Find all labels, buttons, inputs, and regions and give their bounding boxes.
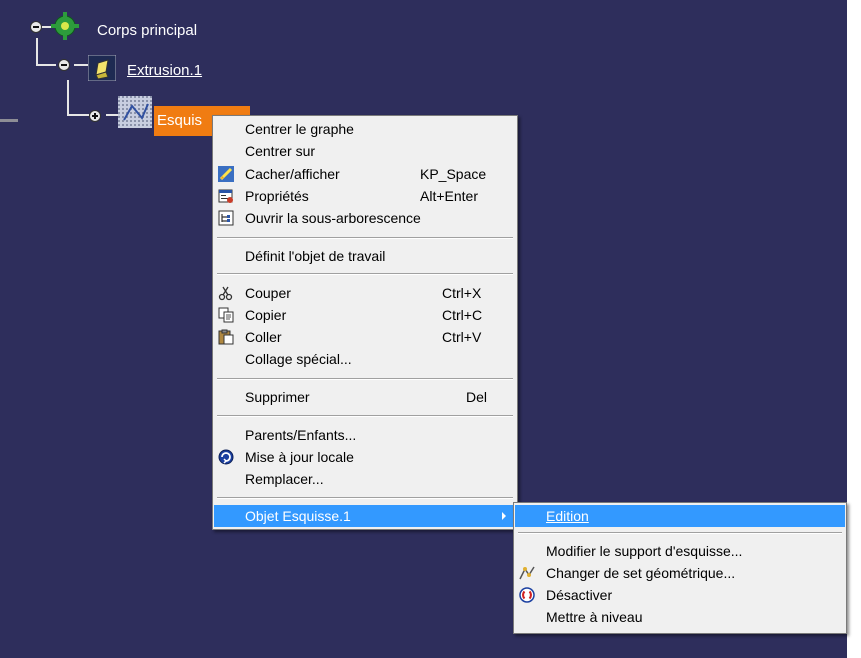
tree-connector bbox=[67, 80, 69, 114]
menu-separator bbox=[217, 415, 513, 417]
menu-item-shortcut: Del bbox=[466, 389, 488, 405]
menu-item-shortcut: Ctrl+X bbox=[442, 285, 482, 301]
context-menu: Centrer le graphe Centrer sur Cacher/aff… bbox=[212, 115, 518, 530]
menu-item-label: Coller bbox=[245, 329, 282, 345]
menu-item-label: Centrer le graphe bbox=[245, 121, 354, 137]
menu-item-label: Parents/Enfants... bbox=[245, 427, 357, 443]
submenu-arrow-icon bbox=[502, 512, 506, 520]
submenu-item-upgrade[interactable]: Mettre à niveau bbox=[515, 606, 845, 628]
menu-item-copy[interactable]: Copier Ctrl+C bbox=[214, 304, 516, 326]
submenu-item-label: Changer de set géométrique... bbox=[546, 565, 736, 581]
menu-separator bbox=[518, 532, 842, 534]
submenu-item-label: Edition bbox=[546, 508, 589, 524]
menu-item-label: Centrer sur bbox=[245, 143, 316, 159]
menu-item-paste-special[interactable]: Collage spécial... bbox=[214, 348, 516, 370]
submenu-item-edition[interactable]: Edition bbox=[515, 505, 845, 527]
menu-item-sketch-object[interactable]: Objet Esquisse.1 bbox=[214, 505, 516, 527]
extrusion-icon bbox=[88, 55, 116, 81]
menu-separator bbox=[217, 378, 513, 380]
menu-item-label: Définit l'objet de travail bbox=[245, 248, 386, 264]
hide-show-icon bbox=[218, 166, 234, 182]
submenu-item-change-geometric-set[interactable]: Changer de set géométrique... bbox=[515, 562, 845, 584]
collapse-toggle-body[interactable] bbox=[30, 21, 42, 33]
deactivate-icon bbox=[519, 587, 535, 603]
menu-item-label: Collage spécial... bbox=[245, 351, 352, 367]
tree-label-body[interactable]: Corps principal bbox=[97, 22, 197, 39]
menu-item-center-on[interactable]: Centrer sur bbox=[214, 140, 516, 162]
submenu-item-label: Modifier le support d'esquisse... bbox=[546, 543, 743, 559]
menu-item-center-graph[interactable]: Centrer le graphe bbox=[214, 118, 516, 140]
submenu: Edition Modifier le support d'esquisse..… bbox=[513, 502, 847, 634]
menu-separator bbox=[217, 273, 513, 275]
tree-connector bbox=[36, 64, 56, 66]
menu-item-paste[interactable]: Coller Ctrl+V bbox=[214, 326, 516, 348]
submenu-item-label: Mettre à niveau bbox=[546, 609, 643, 625]
submenu-item-label: Désactiver bbox=[546, 587, 613, 603]
collapse-toggle-extrusion[interactable] bbox=[58, 59, 70, 71]
sketch-icon bbox=[118, 96, 152, 128]
menu-item-parents-children[interactable]: Parents/Enfants... bbox=[214, 424, 516, 446]
menu-item-label: Couper bbox=[245, 285, 291, 301]
menu-item-label: Mise à jour locale bbox=[245, 449, 354, 465]
menu-item-label: Ouvrir la sous-arborescence bbox=[245, 210, 421, 226]
tree-connector bbox=[36, 38, 38, 64]
menu-item-replace[interactable]: Remplacer... bbox=[214, 468, 516, 490]
menu-separator bbox=[217, 237, 513, 239]
menu-item-shortcut: Ctrl+V bbox=[442, 329, 482, 345]
menu-item-shortcut: KP_Space bbox=[420, 166, 487, 182]
menu-item-hide-show[interactable]: Cacher/afficher KP_Space bbox=[214, 163, 516, 185]
submenu-item-deactivate[interactable]: Désactiver bbox=[515, 584, 845, 606]
properties-icon bbox=[218, 188, 234, 204]
part-body-icon bbox=[51, 12, 79, 40]
tree-connector bbox=[67, 114, 89, 116]
menu-item-label: Remplacer... bbox=[245, 471, 324, 487]
menu-item-cut[interactable]: Couper Ctrl+X bbox=[214, 282, 516, 304]
menu-item-define-work-object[interactable]: Définit l'objet de travail bbox=[214, 245, 516, 267]
paste-icon bbox=[218, 329, 234, 345]
change-set-icon bbox=[519, 565, 535, 581]
menu-item-label: Copier bbox=[245, 307, 287, 323]
menu-item-label: Supprimer bbox=[245, 389, 310, 405]
menu-separator bbox=[217, 497, 513, 499]
window-edge-line bbox=[0, 119, 18, 122]
menu-item-open-subtree[interactable]: Ouvrir la sous-arborescence bbox=[214, 207, 516, 229]
cut-icon bbox=[218, 285, 234, 301]
menu-item-properties[interactable]: Propriétés Alt+Enter bbox=[214, 185, 516, 207]
menu-item-local-update[interactable]: Mise à jour locale bbox=[214, 446, 516, 468]
subtree-icon bbox=[218, 210, 234, 226]
menu-item-shortcut: Alt+Enter bbox=[420, 188, 478, 204]
menu-item-delete[interactable]: Supprimer Del bbox=[214, 386, 516, 408]
tree-label-extrusion[interactable]: Extrusion.1 bbox=[127, 62, 202, 79]
menu-item-label: Cacher/afficher bbox=[245, 166, 340, 182]
copy-icon bbox=[218, 307, 234, 323]
submenu-item-modify-sketch-support[interactable]: Modifier le support d'esquisse... bbox=[515, 540, 845, 562]
menu-item-label: Propriétés bbox=[245, 188, 309, 204]
menu-item-shortcut: Ctrl+C bbox=[442, 307, 483, 323]
menu-item-label: Objet Esquisse.1 bbox=[245, 508, 351, 524]
update-icon bbox=[218, 449, 234, 465]
expand-toggle-sketch[interactable] bbox=[89, 110, 101, 122]
